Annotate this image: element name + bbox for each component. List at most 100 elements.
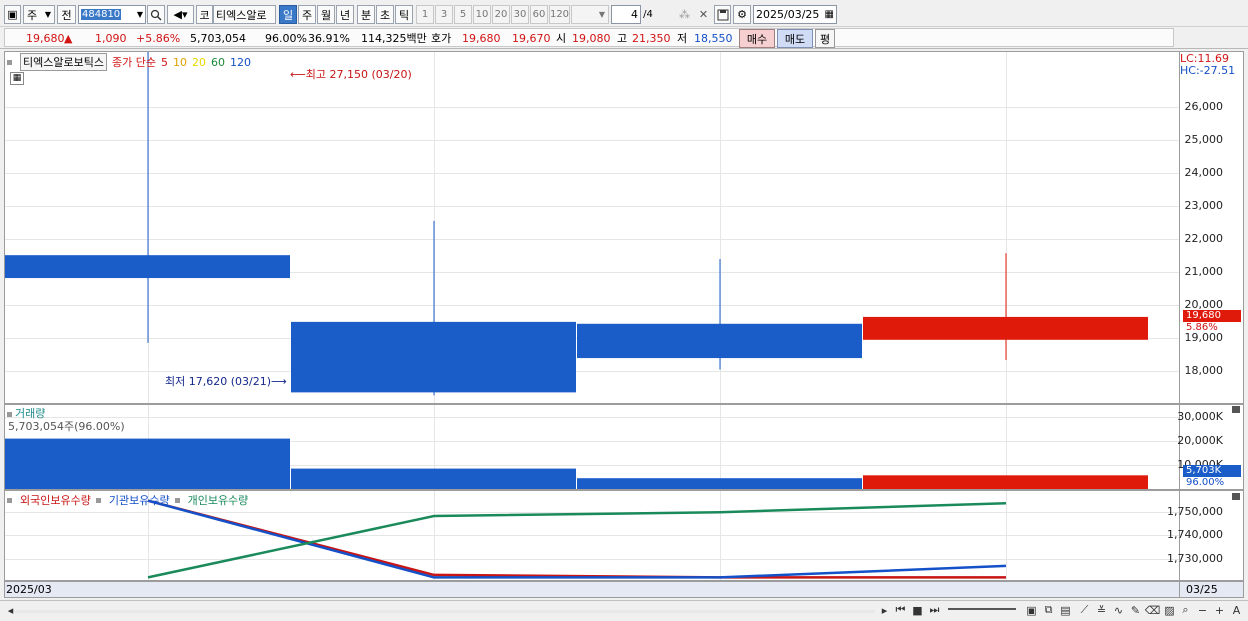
- legend-foreign: 외국인보유수량: [20, 494, 91, 507]
- zoom-in-icon[interactable]: +: [1212, 603, 1227, 617]
- candlestick-chart: [5, 52, 1148, 396]
- minute-option-1[interactable]: 1: [416, 5, 434, 24]
- page-total: /4: [643, 9, 653, 20]
- holdings-series-line: [147, 499, 1007, 579]
- legend-institution: 기관보유수량: [108, 494, 170, 507]
- text-tool-icon[interactable]: A: [1229, 603, 1244, 617]
- tab-day[interactable]: 일: [279, 5, 297, 24]
- volume-bar: [863, 475, 1148, 489]
- price-legend: 티엑스알로보틱스 종가 단순 5 10 20 60 120: [7, 53, 251, 71]
- tab-month[interactable]: 월: [317, 5, 335, 24]
- buy-button[interactable]: 매수: [739, 29, 775, 48]
- volume-readout: 5,703,054주(96.00%): [8, 420, 125, 433]
- zoom-out-icon[interactable]: −: [1195, 603, 1210, 617]
- trendline-icon[interactable]: ⟋: [1077, 603, 1092, 617]
- chevron-down-icon: ▼: [44, 10, 51, 19]
- gear-icon[interactable]: ⚙: [733, 5, 751, 24]
- holdings-tick: 1,730,000: [1167, 552, 1223, 565]
- zoom-tool-icon[interactable]: ✕: [695, 6, 712, 23]
- tab-tick[interactable]: 틱: [395, 5, 413, 24]
- magnifier-icon[interactable]: ⌕: [1178, 603, 1193, 617]
- minute-option-5[interactable]: 5: [454, 5, 472, 24]
- fast-forward-icon[interactable]: ⏭: [927, 603, 942, 617]
- custom-period-select[interactable]: ▼: [571, 5, 609, 24]
- bid-label: 호가: [431, 32, 452, 45]
- tab-minute[interactable]: 분: [357, 5, 375, 24]
- drawing-icon[interactable]: ✎: [1128, 603, 1143, 617]
- price-chart-pane[interactable]: 티엑스알로보틱스 종가 단순 5 10 20 60 120 ▦ ⟵최고 27,1…: [4, 51, 1180, 404]
- eval-button[interactable]: 평: [815, 29, 835, 48]
- stop-icon[interactable]: ■: [910, 603, 925, 617]
- sell-button[interactable]: 매도: [777, 29, 813, 48]
- left-arrow-icon: ⟵: [290, 68, 306, 81]
- grid-icon[interactable]: ▤: [1058, 603, 1073, 617]
- layout-icon[interactable]: ▣: [1024, 603, 1039, 617]
- calendar-icon[interactable]: ▦: [825, 9, 834, 20]
- pane-menu-icon[interactable]: [1232, 406, 1240, 413]
- minute-option-3[interactable]: 3: [435, 5, 453, 24]
- minute-option-20[interactable]: 20: [492, 5, 510, 24]
- rewind-icon[interactable]: ⏮: [893, 603, 908, 617]
- minute-option-120[interactable]: 120: [549, 5, 570, 24]
- price-tick: 18,000: [1184, 364, 1224, 377]
- tab-week[interactable]: 주: [298, 5, 316, 24]
- legend-individual: 개인보유수량: [187, 494, 249, 507]
- main-toolbar: ▣ 주 ▼ 전 484810 ▼ ◀▾ 코 티엑스알로 일 주 월 년 분 초 틱…: [0, 0, 1248, 27]
- low-price: 18,550: [694, 32, 733, 45]
- price-tick: 26,000: [1184, 100, 1224, 113]
- window-icon[interactable]: ▣: [4, 5, 21, 24]
- fibonacci-icon[interactable]: ≚: [1094, 603, 1109, 617]
- table-toggle-icon[interactable]: ▦: [10, 72, 24, 85]
- minute-option-60[interactable]: 60: [530, 5, 548, 24]
- date-input[interactable]: 2025/03/25 ▦: [753, 5, 837, 24]
- period-type-select[interactable]: 주 ▼: [23, 5, 55, 24]
- legend-stock-name[interactable]: 티엑스알로보틱스: [20, 53, 107, 71]
- zoom-slider[interactable]: [948, 608, 1016, 610]
- legend-ma120: 120: [229, 55, 251, 69]
- compare-button[interactable]: 전: [57, 5, 76, 24]
- x-axis-right-label: 03/25: [1186, 583, 1218, 596]
- tab-second[interactable]: 초: [376, 5, 394, 24]
- eraser-icon[interactable]: ⌫: [1145, 603, 1161, 617]
- low-annotation-text: 최저 17,620 (03/21): [165, 375, 272, 388]
- price-tick: 22,000: [1184, 232, 1224, 245]
- x-axis-right: 03/25: [1180, 581, 1244, 598]
- volume-bar: [5, 438, 290, 489]
- hc-label: HC:-27.51: [1180, 64, 1236, 77]
- holdings-pane[interactable]: 외국인보유수량 기관보유수량 개인보유수량: [4, 490, 1180, 581]
- candle-body: [5, 255, 290, 279]
- speaker-icon[interactable]: ◀▾: [167, 5, 194, 24]
- price-tick: 25,000: [1184, 133, 1224, 146]
- copy-icon[interactable]: ⧉: [1041, 603, 1056, 617]
- holdings-tick: 1,740,000: [1167, 528, 1223, 541]
- volume-current-tag: 5,703K: [1183, 465, 1241, 477]
- scroll-left-icon[interactable]: ◂: [3, 603, 18, 617]
- low-annotation: 최저 17,620 (03/21)⟶: [165, 373, 287, 389]
- scroll-right-icon[interactable]: ▸: [877, 603, 892, 617]
- stock-name-field[interactable]: 티엑스알로: [213, 5, 276, 24]
- minute-option-10[interactable]: 10: [473, 5, 491, 24]
- search-icon[interactable]: [147, 5, 165, 24]
- bid-price: 19,670: [512, 32, 551, 45]
- high-annotation: ⟵최고 27,150 (03/20): [290, 66, 412, 82]
- link-icon[interactable]: ⁂: [676, 6, 693, 23]
- current-price: 19,680: [26, 32, 65, 45]
- volume-bar: [577, 478, 862, 489]
- up-arrow-icon: ▲: [64, 32, 73, 45]
- code-input[interactable]: 484810 ▼: [78, 5, 146, 24]
- image-icon[interactable]: ▨: [1162, 603, 1177, 617]
- tab-year[interactable]: 년: [336, 5, 354, 24]
- holdings-tick: 1,750,000: [1167, 505, 1223, 518]
- pane-menu-icon[interactable]: [1232, 493, 1240, 500]
- right-arrow-icon: ⟶: [271, 375, 287, 388]
- minute-option-30[interactable]: 30: [511, 5, 529, 24]
- market-prefix[interactable]: 코: [196, 5, 213, 24]
- volume-current-pct: 96.00%: [1186, 477, 1225, 488]
- price-tick: 23,000: [1184, 199, 1224, 212]
- candle-body: [577, 323, 862, 359]
- page-input[interactable]: 4: [611, 5, 641, 24]
- volume-pane[interactable]: 거래량 5,703,054주(96.00%): [4, 404, 1180, 490]
- save-icon[interactable]: [714, 5, 731, 24]
- wave-icon[interactable]: ∿: [1111, 603, 1126, 617]
- high-annotation-text: 최고 27,150 (03/20): [305, 68, 412, 81]
